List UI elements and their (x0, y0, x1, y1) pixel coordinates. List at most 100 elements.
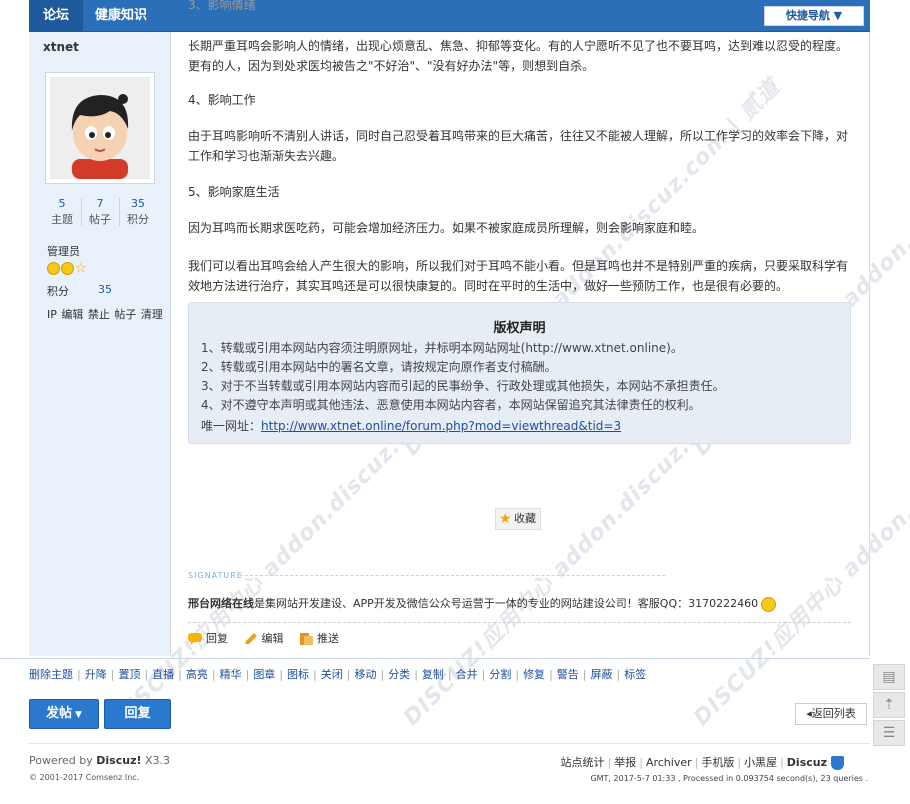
edit-action[interactable]: 编辑 (244, 630, 284, 646)
footer-divider (29, 743, 870, 744)
mod-separator: | (414, 668, 418, 681)
mod-tool-link[interactable]: 删除主题 (29, 668, 73, 681)
chat-button[interactable]: ▤ (873, 664, 905, 690)
mod-tool-link[interactable]: 复制 (422, 668, 444, 681)
quick-nav-button[interactable]: 快捷导航 ▼ (764, 6, 864, 26)
mod-separator: | (616, 668, 621, 681)
credits-label: 积分 (47, 285, 69, 298)
mod-separator: | (346, 668, 351, 681)
reply-icon (188, 633, 202, 645)
unique-url-link[interactable]: http://www.xtnet.online/forum.php?mod=vi… (261, 419, 621, 433)
new-post-button[interactable]: 发帖 ▼ (29, 699, 99, 729)
mod-separator: | (447, 668, 452, 681)
back-to-list-button[interactable]: ◂返回列表 (795, 703, 867, 725)
signature-label: SIGNATURE (188, 571, 243, 580)
stat-topics[interactable]: 5 主题 (43, 196, 81, 228)
mod-tool-link[interactable]: 高亮 (186, 668, 208, 681)
footer-link[interactable]: 举报 (614, 756, 636, 769)
mod-separator: | (313, 668, 317, 681)
mod-separator: | (77, 668, 81, 681)
signature-text: 邢台网络在线是集网站开发建设、APP开发及微信公众号运营于一体的专业的网站建设公… (188, 595, 777, 612)
copyright-title: 版权声明 (493, 321, 546, 336)
list-icon: ☰ (882, 725, 896, 741)
footer-separator: | (694, 756, 699, 769)
push-action[interactable]: 推送 (299, 630, 339, 646)
copyright-line: 1、转载或引用本网站内容须注明原网址，并标明本网站网址(http://www.x… (201, 341, 683, 355)
paragraph: 我们可以看出耳鸣会给人产生很大的影响，所以我们对于耳鸣不能小看。但是耳鸣也并不是… (188, 259, 849, 293)
chat-icon: ▤ (882, 669, 896, 685)
top-nav-bar: 论坛 健康知识 快捷导航 ▼ (29, 0, 870, 32)
powered-by: Powered by Discuz! X3.3 (29, 754, 170, 767)
mod-tool-link[interactable]: 标签 (624, 668, 646, 681)
signature-body: 是集网站开发建设、APP开发及微信公众号运营于一体的专业的网站建设公司！客服QQ… (254, 597, 759, 610)
moderation-toolbar: 删除主题 | 升降 | 置顶 | 直播 | 高亮 | 精华 | 图章 | 图标 | 关闭 | 移动 | 分类 | 复制 | 合并… (29, 666, 646, 682)
footer-link[interactable]: 小黑屋 (744, 756, 777, 769)
mod-tool-link[interactable]: 关闭 (321, 668, 343, 681)
nav-tab-health[interactable]: 健康知识 (95, 6, 147, 26)
unique-url-label: 唯一网址： (201, 419, 262, 433)
stat-posts[interactable]: 7 帖子 (81, 196, 119, 228)
mod-tool-link[interactable]: 修复 (523, 668, 545, 681)
favorite-button[interactable]: ★ 收藏 (495, 508, 541, 530)
admin-links[interactable]: IP 编辑 禁止 帖子 清理 (47, 306, 163, 322)
mod-tool-link[interactable]: 精华 (220, 668, 242, 681)
signature-divider (240, 575, 665, 576)
smile-icon (47, 262, 60, 275)
shield-icon (831, 756, 844, 770)
nav-tab-forum[interactable]: 论坛 (29, 0, 83, 32)
mod-tool-link[interactable]: 图章 (253, 668, 275, 681)
stat-topics-num: 5 (58, 197, 66, 210)
edit-icon (244, 633, 257, 644)
processing-info: GMT, 2017-5-7 01:33 , Processed in 0.093… (590, 774, 868, 783)
stat-posts-label: 帖子 (89, 213, 111, 226)
stat-credits-label: 积分 (127, 213, 149, 226)
push-label: 推送 (317, 632, 339, 645)
footer-links: 站点统计 | 举报 | Archiver | 手机版 | 小黑屋 | Discuz (561, 754, 844, 770)
mod-separator: | (110, 668, 115, 681)
post-actions: 回复 编辑 推送 (188, 630, 351, 646)
copyright-line: 2、转载或引用本网站中的署名文章，请按规定向原作者支付稿酬。 (201, 360, 557, 374)
mod-tool-link[interactable]: 移动 (354, 668, 376, 681)
unique-url-row: 唯一网址：http://www.xtnet.online/forum.php?m… (201, 417, 621, 435)
powered-brand[interactable]: Discuz! (96, 754, 141, 767)
back-to-top-button[interactable]: ⇡ (873, 692, 905, 718)
section-heading-3: 3、影响情绪 (188, 0, 256, 12)
footer-link[interactable]: 手机版 (701, 756, 734, 769)
section-heading-4: 4、影响工作 (188, 93, 256, 107)
credits-value[interactable]: 35 (98, 283, 112, 296)
mod-tool-link[interactable]: 分类 (388, 668, 410, 681)
actions-divider (188, 622, 851, 623)
mod-tool-link[interactable]: 警告 (557, 668, 579, 681)
footer-link[interactable]: Archiver (646, 756, 692, 769)
smile-icon (761, 596, 777, 612)
section-divider (0, 658, 870, 659)
footer-link[interactable]: 站点统计 (561, 756, 605, 769)
avatar[interactable] (45, 72, 155, 184)
footer-separator: | (607, 756, 612, 769)
reply-action[interactable]: 回复 (188, 630, 228, 646)
mod-tool-link[interactable]: 分割 (489, 668, 511, 681)
user-rank-icons: ☆ (47, 261, 87, 275)
reply-button[interactable]: 回复 (104, 699, 171, 729)
mod-tool-link[interactable]: 合并 (456, 668, 478, 681)
user-group[interactable]: 管理员 (47, 243, 80, 259)
author-name[interactable]: xtnet (43, 40, 79, 54)
credits-row: 积分 35 (47, 283, 157, 299)
mod-separator: | (279, 668, 284, 681)
mod-tool-link[interactable]: 升降 (85, 668, 107, 681)
mod-tool-link[interactable]: 置顶 (118, 668, 140, 681)
paragraph: 由于耳鸣影响听不清别人讲话，同时自己忍受着耳鸣带来的巨大痛苦，往往又不能被人理解… (188, 129, 849, 163)
copyright-text: © 2001-2017 Comsenz Inc. (29, 773, 140, 782)
stat-credits[interactable]: 35 积分 (119, 196, 157, 228)
list-view-button[interactable]: ☰ (873, 720, 905, 746)
stat-credits-num: 35 (131, 197, 145, 210)
to-top-icon: ⇡ (883, 697, 895, 713)
mod-tool-link[interactable]: 直播 (152, 668, 174, 681)
chevron-down-icon: ▼ (75, 710, 82, 720)
mod-tool-link[interactable]: 屏蔽 (591, 668, 613, 681)
footer-link[interactable]: Discuz (787, 756, 827, 769)
stat-topics-label: 主题 (51, 213, 73, 226)
mod-separator: | (211, 668, 216, 681)
mod-tool-link[interactable]: 图标 (287, 668, 309, 681)
back-to-list-label: 返回列表 (811, 707, 856, 720)
